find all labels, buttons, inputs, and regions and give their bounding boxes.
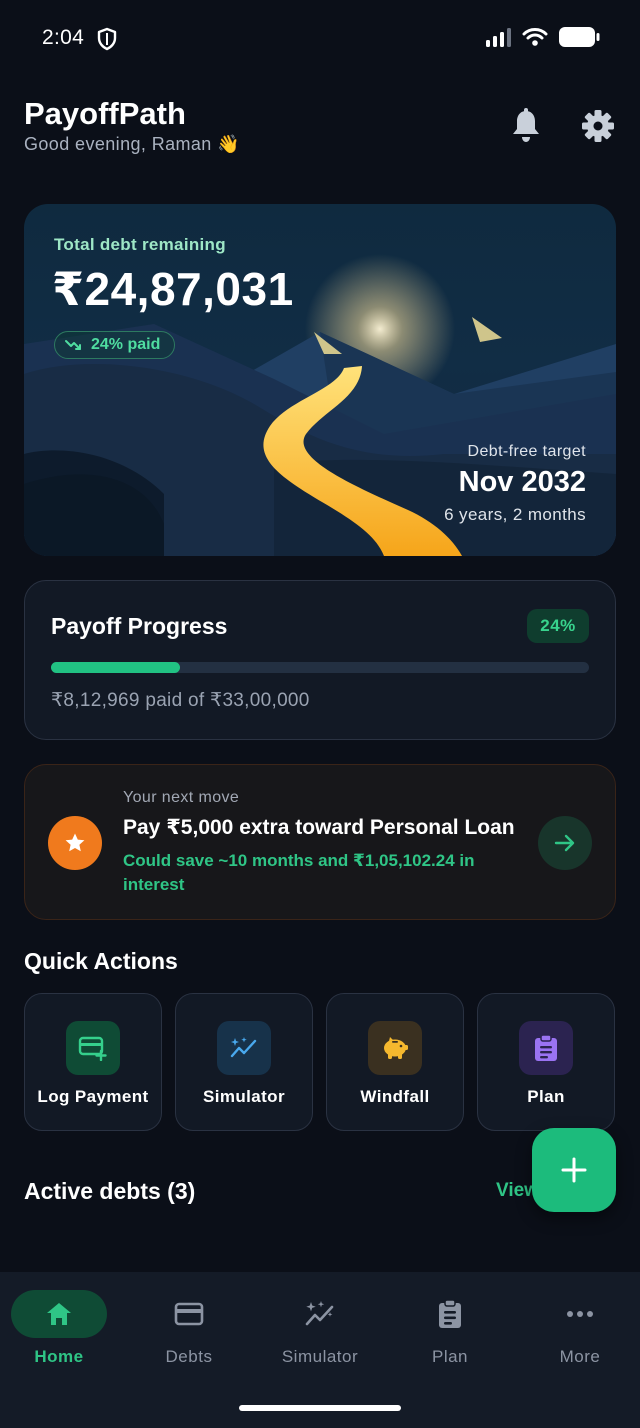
nav-item-more[interactable]: More (516, 1272, 640, 1382)
bell-icon[interactable] (510, 108, 542, 144)
more-dots-icon (532, 1290, 628, 1338)
quick-action-simulator[interactable]: Simulator (175, 993, 313, 1131)
nav-label: Plan (431, 1347, 469, 1366)
signal-icon (486, 28, 511, 47)
status-indicators (486, 26, 600, 48)
next-move-title: Pay ₹5,000 extra toward Personal Loan (123, 816, 515, 839)
nav-item-debts[interactable]: Debts (125, 1272, 253, 1382)
piggy-bank-icon (368, 1021, 422, 1075)
star-icon (48, 816, 102, 870)
plus-icon (561, 1157, 587, 1183)
progress-subtitle: ₹8,12,969 paid of ₹33,00,000 (51, 690, 310, 711)
mountain-road-illustration (24, 254, 616, 556)
card-add-icon (66, 1021, 120, 1075)
nav-label: Home (34, 1347, 84, 1366)
trend-down-icon (65, 340, 81, 350)
progress-bar-track (51, 662, 589, 673)
progress-title: Payoff Progress (51, 613, 228, 639)
paid-percentage-text: 24% paid (91, 336, 161, 353)
clipboard-icon (519, 1021, 573, 1075)
nav-label: More (559, 1347, 601, 1366)
quick-action-windfall[interactable]: Windfall (326, 993, 464, 1131)
app-title: PayoffPath (24, 96, 186, 131)
status-time: 2:04 (42, 26, 85, 49)
quick-actions-title: Quick Actions (24, 948, 178, 974)
debt-free-target-date: Nov 2032 (458, 466, 586, 498)
sparkle-chart-icon (217, 1021, 271, 1075)
next-move-card[interactable]: Your next move Pay ₹5,000 extra toward P… (24, 764, 616, 920)
progress-percent-pill: 24% (527, 609, 589, 643)
wifi-icon (522, 28, 548, 46)
nav-label: Simulator (281, 1347, 359, 1366)
nav-label: Debts (165, 1347, 213, 1366)
total-debt-label: Total debt remaining (54, 235, 226, 254)
add-debt-fab[interactable] (532, 1128, 616, 1212)
home-indicator (239, 1405, 401, 1411)
card-icon (141, 1290, 237, 1338)
quick-action-label: Simulator (202, 1087, 285, 1106)
payoff-progress-card[interactable]: Payoff Progress 24% ₹8,12,969 paid of ₹3… (24, 580, 616, 740)
home-icon (11, 1290, 107, 1338)
greeting-text: Good evening, Raman 👋 (24, 134, 240, 154)
nav-item-plan[interactable]: Plan (386, 1272, 514, 1382)
paid-percentage-badge: 24% paid (54, 331, 176, 359)
quick-action-log-payment[interactable]: Log Payment (24, 993, 162, 1131)
quick-action-label: Plan (527, 1087, 565, 1106)
debt-free-duration: 6 years, 2 months (444, 505, 586, 524)
nav-item-home[interactable]: Home (0, 1272, 123, 1382)
next-move-label: Your next move (123, 789, 240, 806)
gear-icon[interactable] (580, 108, 616, 144)
quick-action-label: Log Payment (37, 1087, 149, 1106)
sparkle-chart-icon (272, 1290, 368, 1338)
clipboard-icon (402, 1290, 498, 1338)
next-move-savings: Could save ~10 months and ₹1,05,102.24 i… (123, 851, 475, 894)
nav-item-simulator[interactable]: Simulator (256, 1272, 384, 1382)
progress-bar-fill (51, 662, 181, 673)
quick-action-plan[interactable]: Plan (477, 993, 615, 1131)
shield-icon (97, 27, 117, 51)
active-debts-title: Active debts (3) (24, 1178, 196, 1204)
debt-free-target-label: Debt-free target (467, 443, 586, 460)
quick-action-label: Windfall (360, 1087, 430, 1106)
total-debt-amount: ₹24,87,031 (52, 263, 294, 315)
battery-icon (559, 27, 600, 47)
arrow-right-icon[interactable] (538, 816, 592, 870)
debt-summary-card[interactable]: Total debt remaining ₹24,87,031 24% paid… (24, 204, 616, 556)
